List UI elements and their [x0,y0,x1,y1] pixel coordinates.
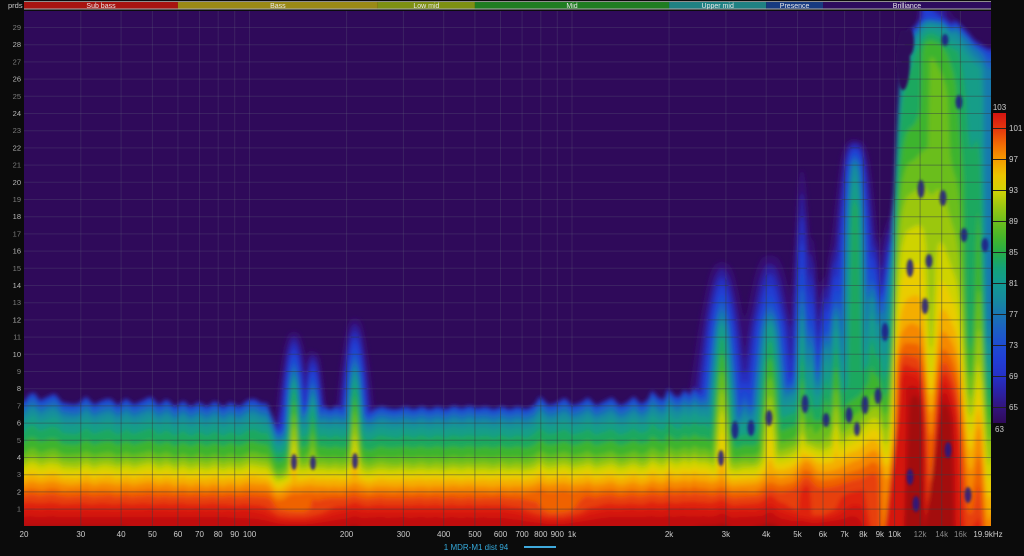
svg-text:16: 16 [13,247,21,256]
svg-text:500: 500 [468,530,482,539]
svg-text:7k: 7k [840,530,849,539]
svg-text:Brilliance: Brilliance [893,3,922,10]
svg-text:97: 97 [1009,155,1018,164]
svg-text:2k: 2k [665,530,674,539]
svg-text:Mid: Mid [566,3,577,10]
svg-text:4k: 4k [762,530,771,539]
svg-text:15: 15 [13,264,21,273]
svg-text:12k: 12k [914,530,928,539]
svg-text:69: 69 [1009,372,1018,381]
svg-text:11: 11 [13,333,21,342]
svg-text:2: 2 [17,487,21,496]
svg-text:22: 22 [13,143,21,152]
svg-text:24: 24 [13,109,21,118]
svg-text:300: 300 [397,530,411,539]
svg-text:13: 13 [13,298,21,307]
svg-text:3k: 3k [722,530,731,539]
svg-text:Upper mid: Upper mid [702,3,734,10]
svg-text:103: 103 [993,103,1007,112]
svg-text:101: 101 [1009,124,1023,133]
svg-text:85: 85 [1009,248,1018,257]
svg-text:prds: prds [8,1,23,10]
svg-text:90: 90 [230,530,239,539]
svg-text:20: 20 [20,530,29,539]
svg-text:20: 20 [13,178,21,187]
svg-text:77: 77 [1009,310,1018,319]
svg-text:19.9kHz: 19.9kHz [973,530,1002,539]
svg-text:8k: 8k [859,530,868,539]
svg-text:1k: 1k [568,530,577,539]
svg-text:63: 63 [995,425,1004,434]
svg-text:6: 6 [17,419,21,428]
svg-text:21: 21 [13,161,21,170]
svg-text:89: 89 [1009,217,1018,226]
svg-text:26: 26 [13,75,21,84]
svg-text:700: 700 [515,530,529,539]
svg-text:Bass: Bass [270,3,286,10]
svg-text:100: 100 [243,530,257,539]
svg-text:14k: 14k [935,530,949,539]
svg-text:6k: 6k [819,530,828,539]
svg-text:25: 25 [13,92,21,101]
svg-text:19: 19 [13,195,21,204]
svg-text:5k: 5k [793,530,802,539]
svg-text:50: 50 [148,530,157,539]
svg-text:8: 8 [17,384,21,393]
svg-text:65: 65 [1009,403,1018,412]
svg-text:900: 900 [551,530,565,539]
svg-text:81: 81 [1009,279,1018,288]
svg-text:3: 3 [17,470,21,479]
svg-text:Sub bass: Sub bass [86,3,116,10]
svg-text:40: 40 [117,530,126,539]
svg-text:5: 5 [17,436,21,445]
svg-text:9: 9 [17,367,21,376]
svg-text:600: 600 [494,530,508,539]
svg-text:17: 17 [13,229,21,238]
svg-text:80: 80 [214,530,223,539]
svg-text:9k: 9k [876,530,885,539]
svg-text:800: 800 [534,530,548,539]
svg-text:16k: 16k [954,530,968,539]
svg-text:12: 12 [13,315,21,324]
svg-text:7: 7 [17,401,21,410]
svg-text:23: 23 [13,126,21,135]
svg-text:Low mid: Low mid [413,3,439,10]
svg-text:27: 27 [13,57,21,66]
svg-text:Presence: Presence [780,3,810,10]
svg-text:73: 73 [1009,341,1018,350]
svg-text:60: 60 [173,530,182,539]
svg-text:93: 93 [1009,186,1018,195]
svg-text:4: 4 [17,453,21,462]
svg-text:18: 18 [13,212,21,221]
svg-text:10: 10 [13,350,21,359]
svg-text:1 MDR-M1 dist 94: 1 MDR-M1 dist 94 [444,543,509,552]
svg-text:30: 30 [76,530,85,539]
svg-text:400: 400 [437,530,451,539]
svg-text:10k: 10k [888,530,902,539]
svg-text:29: 29 [13,23,21,32]
svg-text:70: 70 [195,530,204,539]
svg-text:1: 1 [17,505,21,514]
svg-text:200: 200 [340,530,354,539]
svg-text:28: 28 [13,40,21,49]
svg-text:14: 14 [13,281,21,290]
